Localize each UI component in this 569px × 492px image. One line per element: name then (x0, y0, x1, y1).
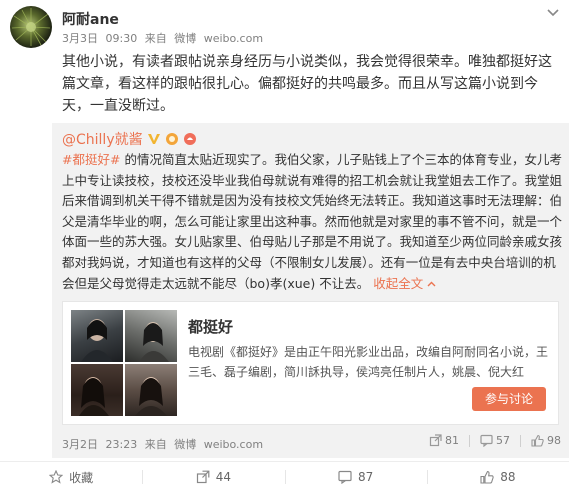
join-discussion-button[interactable]: 参与讨论 (472, 387, 546, 411)
repost-time[interactable]: 23:23 (106, 438, 138, 451)
verified-v-icon (147, 134, 160, 144)
avatar-image (11, 8, 51, 46)
thumbs-up-icon (480, 470, 494, 484)
card-description: 电视剧《都挺好》是由正午阳光影业出品，改编自阿耐同名小说，王三毛、磊子编剧，简川… (188, 345, 549, 379)
favorite-label: 收藏 (69, 470, 94, 485)
comment-count: 87 (357, 470, 374, 484)
repost-date[interactable]: 3月2日 (62, 438, 98, 451)
card-thumbnail (125, 364, 177, 416)
card-thumbnail (125, 310, 177, 362)
repost-source-prefix: 来自 (144, 438, 167, 451)
repost-author-row: @Chilly就酱 (62, 129, 197, 149)
repost-like-action[interactable]: 98 (531, 434, 561, 447)
comment-icon (480, 434, 493, 447)
star-icon (49, 470, 64, 484)
repost-box: @Chilly就酱 #都挺好# 的情况简直太贴近现实了。我伯父家，儿子贴钱上了个… (52, 123, 569, 458)
repost-site[interactable]: weibo.com (204, 438, 263, 451)
post-source-prefix: 来自 (144, 32, 167, 45)
repost-comment-count: 57 (496, 434, 510, 447)
weibo-post: 阿耐ane 3月3日 09:30 来自 微博 weibo.com 其他小说，有读… (0, 0, 569, 492)
member-badge-icon (165, 133, 178, 145)
comment-icon (338, 470, 352, 484)
post-meta: 3月3日 09:30 来自 微博 weibo.com (62, 30, 267, 46)
divider (469, 434, 470, 447)
share-icon (429, 434, 442, 447)
repost-actions: 81 57 98 (419, 434, 561, 447)
like-count: 88 (500, 470, 516, 484)
post-site[interactable]: weibo.com (204, 32, 263, 45)
username[interactable]: 阿耐ane (62, 9, 119, 29)
hashtag-link[interactable]: #都挺好# (62, 152, 120, 167)
avatar[interactable] (10, 6, 52, 48)
favorite-button[interactable]: 收藏 (0, 462, 142, 492)
card-thumbnails (71, 310, 177, 416)
chevron-down-icon[interactable] (546, 8, 560, 18)
media-card[interactable]: 都挺好 电视剧《都挺好》是由正午阳光影业出品，改编自阿耐同名小说，王三毛、磊子编… (62, 301, 559, 425)
repost-author[interactable]: @Chilly就酱 (62, 129, 143, 149)
card-thumbnail (71, 310, 123, 362)
collapse-arrow-icon[interactable] (427, 280, 436, 289)
repost-comment-action[interactable]: 57 (480, 434, 510, 447)
post-date[interactable]: 3月3日 (62, 32, 98, 45)
post-source[interactable]: 微博 (174, 32, 196, 45)
action-bar: 收藏 44 87 88 (0, 461, 569, 492)
repost-text: #都挺好# 的情况简直太贴近现实了。我伯父家，儿子贴钱上了个三本的体育专业，女儿… (62, 150, 562, 294)
collapse-text-link[interactable]: 收起全文 (373, 276, 423, 291)
fan-badge-icon (183, 133, 196, 145)
card-thumbnail (71, 364, 123, 416)
repost-share-action[interactable]: 81 (429, 434, 459, 447)
repost-body: 的情况简直太贴近现实了。我伯父家，儿子贴钱上了个三本的体育专业，女儿考上中专让读… (62, 152, 563, 291)
divider (520, 434, 521, 447)
comment-button[interactable]: 87 (284, 462, 427, 492)
post-body: 其他小说，有读者跟帖说亲身经历与小说类似，我会觉得很荣幸。唯独都挺好这篇文章，看… (62, 54, 552, 114)
card-title[interactable]: 都挺好 (188, 316, 233, 337)
repost-meta: 3月2日 23:23 来自 微博 weibo.com (62, 436, 267, 452)
repost-source[interactable]: 微博 (174, 438, 196, 451)
repost-like-count: 98 (547, 434, 561, 447)
share-count: 44 (215, 470, 232, 484)
post-time[interactable]: 09:30 (106, 32, 138, 45)
thumbs-up-icon (531, 434, 544, 447)
share-icon (196, 470, 210, 484)
like-button[interactable]: 88 (426, 462, 569, 492)
repost-share-count: 81 (445, 434, 459, 447)
share-button[interactable]: 44 (142, 462, 284, 492)
